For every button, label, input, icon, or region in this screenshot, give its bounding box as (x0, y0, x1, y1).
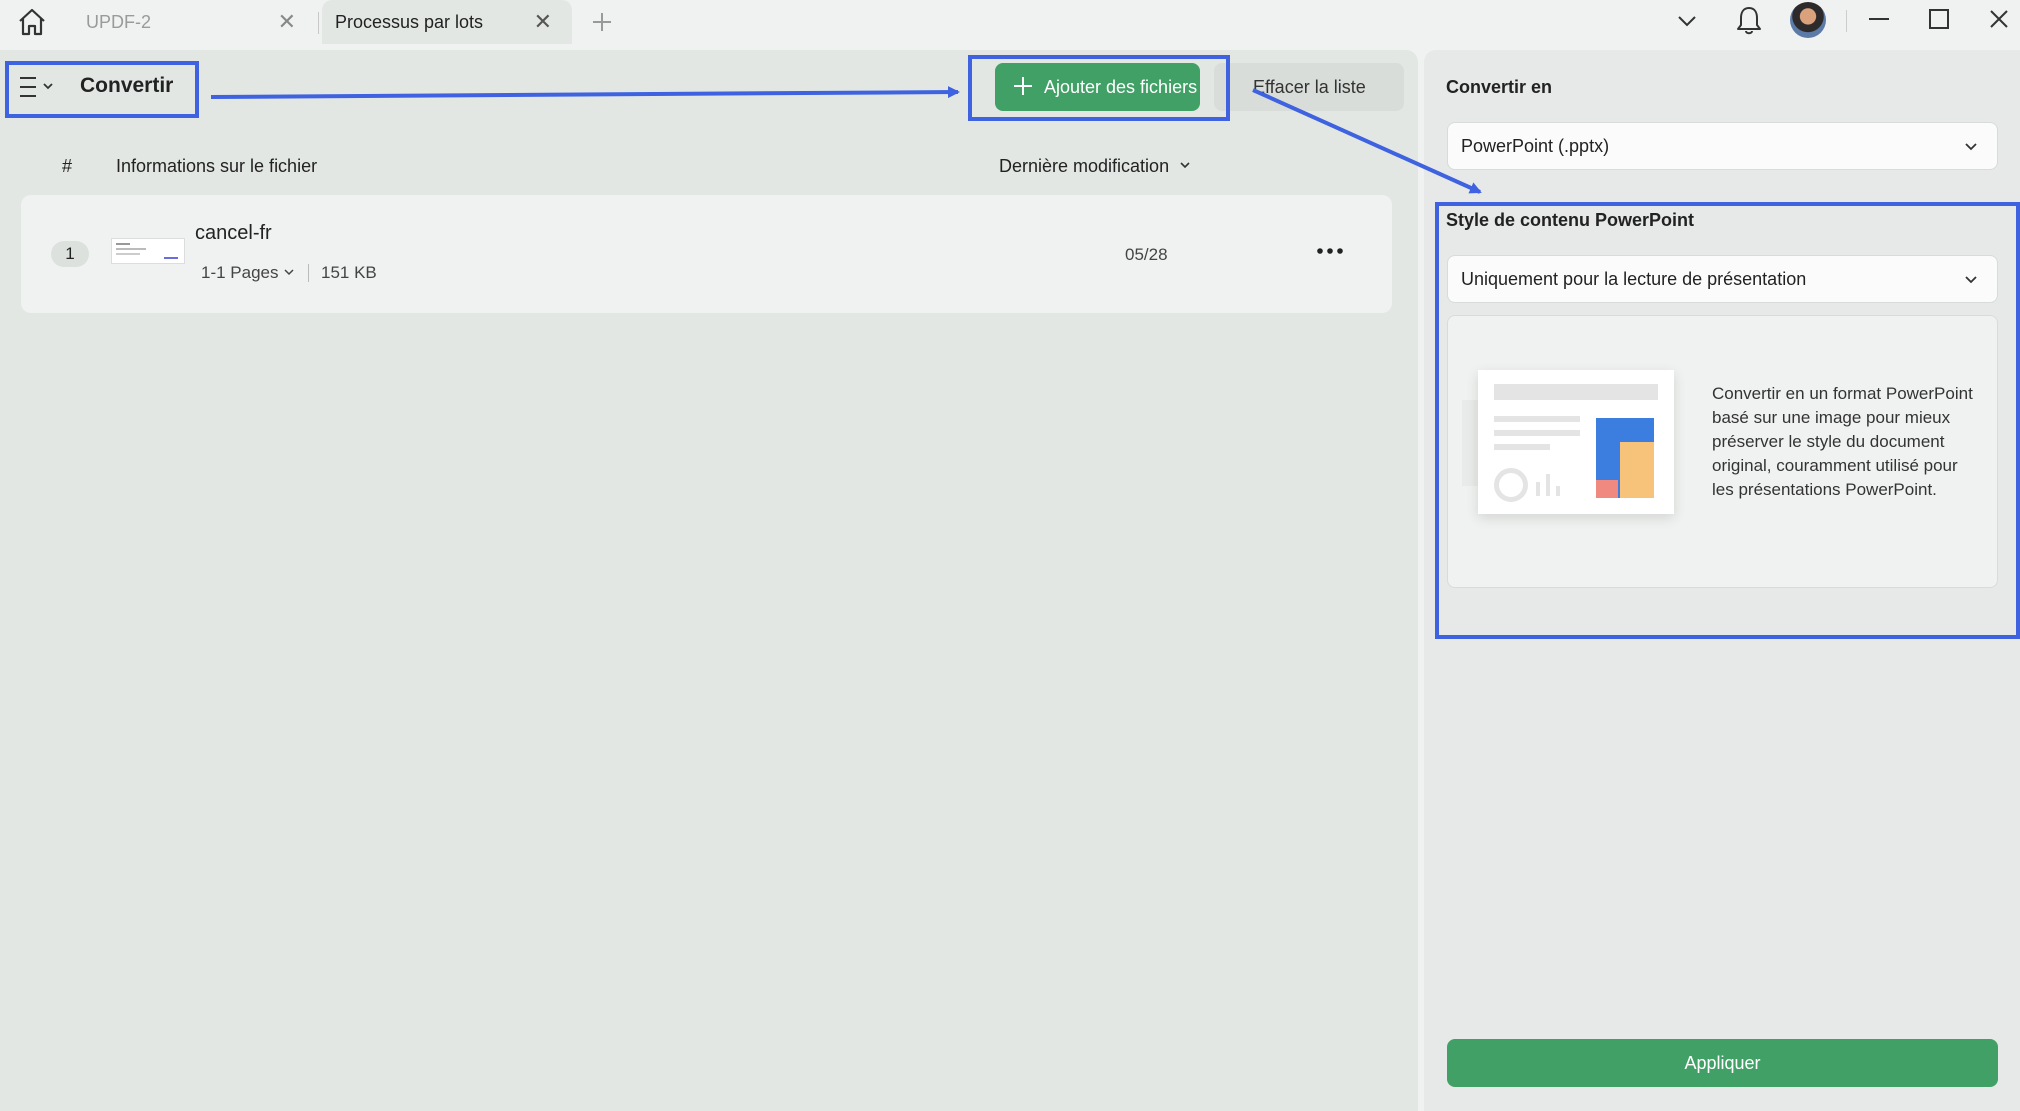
home-icon[interactable] (16, 6, 48, 38)
tab-label: Processus par lots (335, 11, 484, 32)
file-size: 151 KB (321, 263, 377, 282)
clear-list-button[interactable]: Effacer la liste (1214, 63, 1404, 111)
highlight-content-style (1435, 202, 2020, 639)
column-header-number: # (62, 156, 73, 176)
file-thumbnail (111, 238, 185, 264)
avatar[interactable] (1790, 2, 1826, 38)
convert-to-label: Convertir en (1446, 77, 1553, 97)
column-header-last-modified[interactable]: Dernière modification (999, 156, 1192, 177)
chevron-down-icon (1965, 143, 1977, 151)
new-tab-icon[interactable] (590, 10, 614, 34)
format-select[interactable]: PowerPoint (.pptx) (1447, 122, 1998, 170)
bell-icon[interactable] (1734, 4, 1764, 36)
clear-list-label: Effacer la liste (1253, 77, 1366, 97)
table-row[interactable]: 1 cancel-fr 1-1 Pages 151 KB 05/28 (21, 195, 1392, 313)
title-bar: UPDF-2 ✕ Processus par lots ✕ (0, 0, 2020, 50)
format-select-value: PowerPoint (.pptx) (1461, 135, 1610, 156)
divider (1846, 10, 1847, 32)
minimize-icon[interactable] (1866, 6, 1892, 32)
tab-batch-process[interactable]: Processus par lots ✕ (322, 0, 572, 44)
divider (308, 264, 309, 282)
file-modified-date: 05/28 (1125, 245, 1168, 264)
apply-button[interactable]: Appliquer (1447, 1039, 1998, 1087)
highlight-convert-title (5, 61, 199, 118)
chevron-down-icon (1180, 162, 1190, 169)
page-range-select[interactable]: 1-1 Pages (201, 263, 295, 283)
chevron-down-icon (284, 269, 294, 276)
column-header-file-info: Informations sur le fichier (116, 156, 318, 176)
close-tab-icon[interactable]: ✕ (534, 9, 552, 35)
close-window-icon[interactable] (1986, 6, 2012, 32)
row-index-badge: 1 (51, 241, 89, 267)
chevron-down-icon[interactable] (1676, 10, 1698, 32)
column-header-label: Dernière modification (999, 156, 1170, 176)
highlight-add-files (968, 55, 1230, 121)
close-tab-icon[interactable]: ✕ (278, 9, 296, 35)
tab-label: UPDF-2 (86, 11, 152, 32)
tab-divider (318, 12, 319, 34)
more-options-icon[interactable] (1315, 245, 1345, 257)
page-range-label: 1-1 Pages (201, 263, 279, 282)
maximize-icon[interactable] (1926, 6, 1952, 32)
file-name: cancel-fr (195, 222, 272, 244)
tab-updf-2[interactable]: UPDF-2 ✕ (64, 0, 314, 44)
